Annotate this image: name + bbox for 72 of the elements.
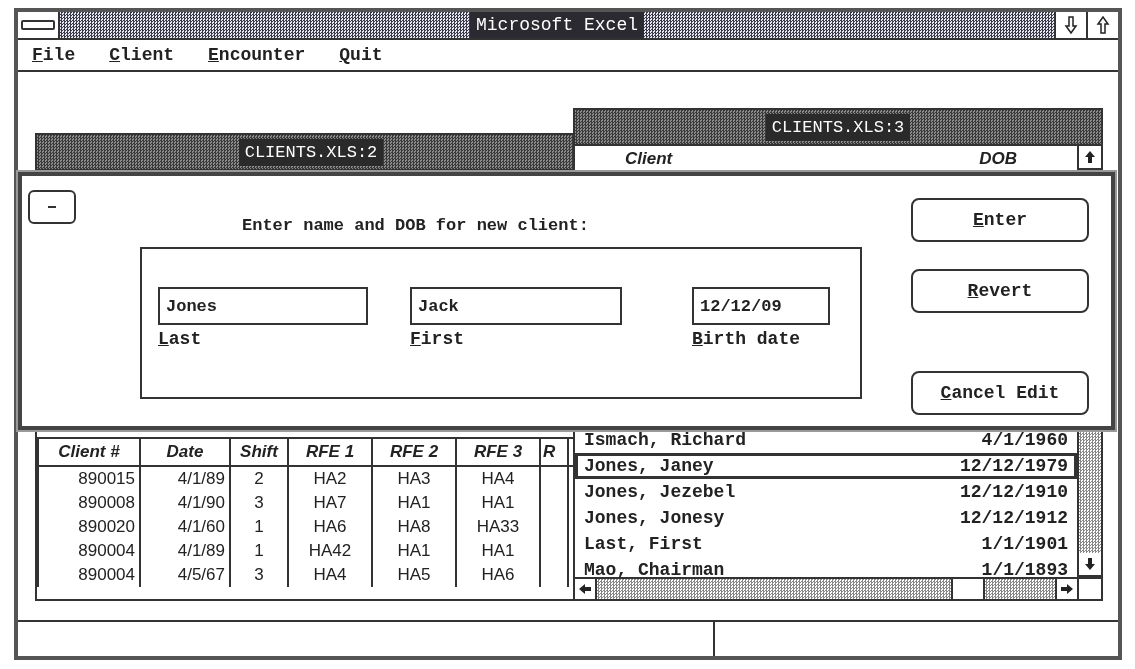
up-arrow-icon xyxy=(1096,16,1110,34)
dialog-menu-button[interactable] xyxy=(28,190,76,224)
sheet-title: CLIENTS.XLS:3 xyxy=(765,113,911,141)
table-cell: HA1 xyxy=(456,539,540,563)
table-cell: 4/1/60 xyxy=(140,515,230,539)
table-cell: HA5 xyxy=(372,563,456,587)
input-field[interactable]: Jones xyxy=(158,287,368,325)
table-cell: 890004 xyxy=(38,539,140,563)
menu-item[interactable]: File xyxy=(32,45,76,65)
list-row[interactable]: Last, First 1/1/1901 xyxy=(575,531,1077,557)
menu-item[interactable]: Client xyxy=(109,45,175,65)
down-arrow-icon xyxy=(1064,16,1078,34)
table-cell: 890015 xyxy=(38,466,140,491)
right-arrow-icon xyxy=(1060,583,1074,595)
table-cell: 4/5/67 xyxy=(140,563,230,587)
dialog-button[interactable]: Enter xyxy=(911,198,1089,242)
horizontal-scrollbar[interactable] xyxy=(575,577,1077,599)
dialog-button[interactable]: Cancel Edit xyxy=(911,371,1089,415)
table-cell: HA4 xyxy=(288,563,372,587)
menu-item[interactable]: Encounter xyxy=(208,45,306,65)
up-arrow-icon xyxy=(1084,150,1096,164)
column-header: Client xyxy=(625,149,673,169)
input-field[interactable]: Jack xyxy=(410,287,622,325)
list-row[interactable]: Ismach, Richard 4/1/1960 xyxy=(575,427,1077,453)
table-cell: HA42 xyxy=(288,539,372,563)
table-cell: HA6 xyxy=(288,515,372,539)
column-header: DOB xyxy=(979,149,1017,169)
field-label: Birth date xyxy=(692,329,802,349)
table-cell: 890008 xyxy=(38,491,140,515)
table-cell: 2 xyxy=(230,466,288,491)
list-row[interactable]: Jones, Jezebel 12/12/1910 xyxy=(575,479,1077,505)
table-cell: HA4 xyxy=(456,466,540,491)
table-cell: 3 xyxy=(230,563,288,587)
dialog-prompt: Enter name and DOB for new client: xyxy=(242,216,589,235)
table-cell: HA2 xyxy=(288,466,372,491)
scrollbar-track[interactable] xyxy=(985,579,1055,599)
list-row[interactable]: Jones, Janey 12/12/1979 xyxy=(575,453,1077,479)
field-label: First xyxy=(410,329,466,349)
table-cell: 1 xyxy=(230,539,288,563)
column-header: Shift xyxy=(230,439,288,466)
list-row[interactable]: Jones, Jonesy 12/12/1912 xyxy=(575,505,1077,531)
column-header: R xyxy=(540,439,568,466)
table-cell: HA6 xyxy=(456,563,540,587)
table-cell: 4/1/90 xyxy=(140,491,230,515)
column-header: RFE 3 xyxy=(456,439,540,466)
table-cell: 4/1/89 xyxy=(140,466,230,491)
column-header: RFE 1 xyxy=(288,439,372,466)
column-header: Date xyxy=(140,439,230,466)
table-cell: HA7 xyxy=(288,491,372,515)
down-arrow-icon xyxy=(1084,557,1096,571)
table-cell: HA1 xyxy=(372,539,456,563)
table-cell: HA1 xyxy=(456,491,540,515)
menu-item[interactable]: Quit xyxy=(339,45,383,65)
window-title: Microsoft Excel xyxy=(470,12,644,38)
table-cell: HA3 xyxy=(372,466,456,491)
left-arrow-icon xyxy=(578,583,592,595)
input-field[interactable]: 12/12/09 xyxy=(692,287,830,325)
system-menu-button[interactable] xyxy=(18,12,60,38)
dialog-button[interactable]: Revert xyxy=(911,269,1089,313)
column-header: Client # xyxy=(38,439,140,466)
table-cell: HA8 xyxy=(372,515,456,539)
field-label: Last xyxy=(158,329,203,349)
sheet-title: CLIENTS.XLS:2 xyxy=(238,138,384,166)
table-cell: 890020 xyxy=(38,515,140,539)
column-header: RFE 2 xyxy=(372,439,456,466)
table-cell: 1 xyxy=(230,515,288,539)
table-cell: 4/1/89 xyxy=(140,539,230,563)
table-cell: HA1 xyxy=(372,491,456,515)
table-cell: HA33 xyxy=(456,515,540,539)
scrollbar-track[interactable] xyxy=(597,579,951,599)
table-cell: 3 xyxy=(230,491,288,515)
table-cell: 890004 xyxy=(38,563,140,587)
